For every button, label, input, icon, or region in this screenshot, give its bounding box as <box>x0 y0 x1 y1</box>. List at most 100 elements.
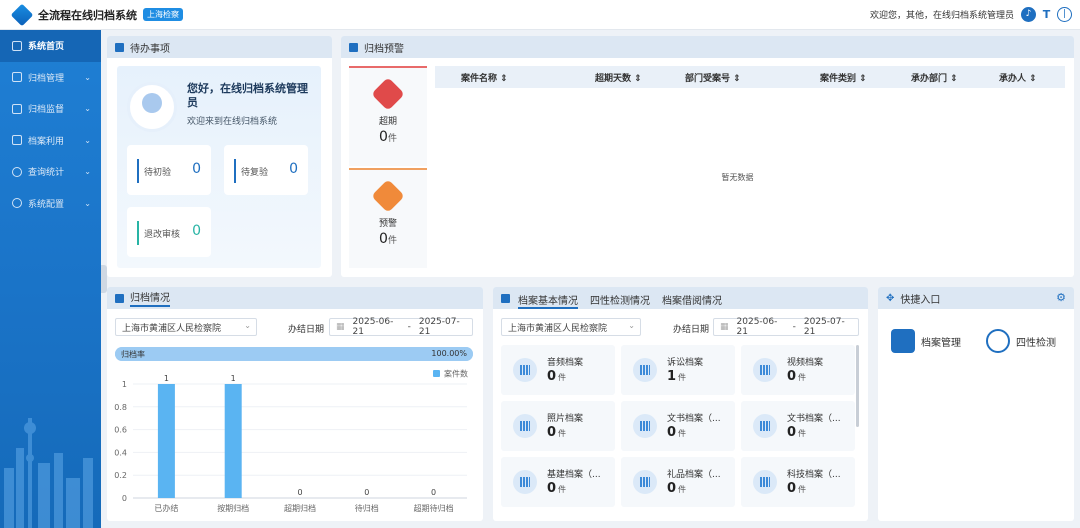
archive-type-tile[interactable]: 照片档案 0 件 <box>501 401 615 451</box>
column-header-case-type[interactable]: 案件类别 ⇕ <box>820 71 867 84</box>
power-icon[interactable]: | <box>1057 7 1072 22</box>
column-header-dept[interactable]: 承办部门 ⇕ <box>911 71 958 84</box>
quick-four-check[interactable]: 四性检测 <box>986 329 1056 353</box>
tab-archive-basics[interactable]: 档案基本情况 <box>518 292 578 309</box>
calendar-icon: ▦ <box>720 322 729 332</box>
home-icon <box>12 40 22 51</box>
y-tick-label: 0.8 <box>114 403 127 412</box>
archive-type-icon <box>753 414 777 438</box>
org-select-value: 上海市黄浦区人民检察院 <box>122 324 222 334</box>
warning-card[interactable]: 预警 0件 <box>349 168 427 268</box>
sidebar-item-archive-supervision[interactable]: 归档监督 ⌄ <box>0 93 101 125</box>
archive-type-icon <box>753 470 777 494</box>
archive-type-tile[interactable]: 诉讼档案 1 件 <box>621 345 735 395</box>
data-label: 0 <box>431 488 436 497</box>
column-header-dept-case-no[interactable]: 部门受案号 ⇕ <box>685 71 741 84</box>
archive-type-name: 诉讼档案 <box>667 358 704 368</box>
column-label: 承办人 <box>999 73 1027 84</box>
archive-rate-label: 归档率 <box>121 350 145 359</box>
tab-borrowing[interactable]: 档案借阅情况 <box>662 292 722 307</box>
quick-archive-management[interactable]: 档案管理 <box>891 329 961 353</box>
column-label: 超期天数 <box>595 73 632 84</box>
column-header-case-name[interactable]: 案件名称 ⇕ <box>461 71 508 84</box>
archive-type-tile[interactable]: 视频档案 0 件 <box>741 345 855 395</box>
archive-warning-panel: 归档预警 超期 0件 预警 0件 案件名称 ⇕ 超期天数 ⇕ 部门受案号 ⇕ 案… <box>341 36 1074 277</box>
archive-type-tile[interactable]: 音频档案 0 件 <box>501 345 615 395</box>
sidebar: 系统首页 归档管理 ⌄ 归档监督 ⌄ 档案利用 ⌄ 查询统计 ⌄ 系统配置 ⌄ <box>0 30 101 528</box>
archive-type-name: 文书档案（... <box>667 414 721 424</box>
chevron-down-icon: ⌄ <box>84 198 91 208</box>
panel-title: 归档情况 <box>130 289 170 307</box>
archive-type-count: 0 <box>547 481 557 496</box>
archive-type-count-row: 0件 <box>667 481 686 496</box>
panel-header: 归档情况 <box>107 287 483 309</box>
archive-type-count-row: 0件 <box>547 425 566 440</box>
y-tick-label: 0.6 <box>114 426 127 435</box>
panel-title: 归档预警 <box>364 43 404 55</box>
bell-icon[interactable]: ♪ <box>1021 7 1036 22</box>
font-size-icon[interactable]: T <box>1039 7 1054 22</box>
date-from: 2025-06-21 <box>352 317 394 337</box>
todo-count: 0 <box>192 161 201 177</box>
archive-type-unit: 件 <box>558 429 567 438</box>
org-select[interactable]: 上海市黄浦区人民检察院 ⌄ <box>501 318 641 336</box>
sidebar-item-archive-management[interactable]: 归档管理 ⌄ <box>0 62 101 94</box>
archive-type-icon <box>633 358 657 382</box>
y-tick-label: 0 <box>122 494 127 503</box>
column-label: 部门受案号 <box>685 73 731 84</box>
greeting-subtitle: 欢迎来到在线归档系统 <box>187 117 278 127</box>
gear-icon[interactable]: ⚙ <box>1056 291 1066 304</box>
archive-type-unit: 件 <box>558 373 567 382</box>
sidebar-item-system-config[interactable]: 系统配置 ⌄ <box>0 188 101 220</box>
archive-type-icon <box>513 414 537 438</box>
archive-type-count: 0 <box>787 481 797 496</box>
archive-type-tile[interactable]: 文书档案（... 0 件 <box>741 401 855 451</box>
archive-type-count-row: 0件 <box>787 425 806 440</box>
todo-item-return-review[interactable]: 退改审核 0 <box>127 207 211 257</box>
quick-entry-panel: ✥ 快捷入口 ⚙ 档案管理 四性检测 <box>878 287 1074 521</box>
alert-summary: 超期 0件 预警 0件 <box>349 66 427 274</box>
document-icon <box>12 135 22 146</box>
sidebar-item-archive-usage[interactable]: 档案利用 ⌄ <box>0 125 101 157</box>
overdue-card[interactable]: 超期 0件 <box>349 66 427 166</box>
scrollbar[interactable] <box>856 345 859 427</box>
date-range-picker[interactable]: ▦ 2025-06-21 - 2025-07-21 <box>329 317 473 337</box>
archive-type-icon <box>513 470 537 494</box>
sidebar-item-home[interactable]: 系统首页 <box>0 30 101 62</box>
data-label: 0 <box>297 488 302 497</box>
todo-panel: 待办事项 您好，在线归档系统管理员 欢迎来到在线归档系统 待初验 0 待复验 0… <box>107 36 332 277</box>
archive-type-tile[interactable]: 文书档案（... 0 件 <box>621 401 735 451</box>
tab-four-property-check[interactable]: 四性检测情况 <box>590 292 650 307</box>
warning-alarm-icon <box>371 179 405 213</box>
panel-title: 快捷入口 <box>900 294 941 306</box>
date-range-picker[interactable]: ▦ 2025-06-21 - 2025-07-21 <box>713 317 859 337</box>
welcome-text: 欢迎您，其他，在线归档系统管理员 <box>869 11 1014 21</box>
org-select[interactable]: 上海市黄浦区人民检察院 ⌄ <box>115 318 257 336</box>
data-label: 1 <box>164 374 169 383</box>
archive-type-count-row: 0件 <box>547 481 566 496</box>
top-bar: 全流程在线归档系统 上海检察 欢迎您，其他，在线归档系统管理员 ♪ T | <box>0 0 1080 30</box>
sidebar-item-query-stats[interactable]: 查询统计 ⌄ <box>0 156 101 188</box>
archive-type-count: 1 <box>667 369 677 384</box>
app-logo <box>10 3 34 26</box>
archive-type-count: 0 <box>667 481 677 496</box>
x-tick-label: 已办结 <box>154 503 178 513</box>
column-header-handler[interactable]: 承办人 ⇕ <box>999 71 1037 84</box>
date-separator: - <box>407 322 411 332</box>
todo-item-initial-check[interactable]: 待初验 0 <box>127 145 211 195</box>
y-tick-label: 0.2 <box>114 471 127 480</box>
alert-unit: 件 <box>387 236 397 246</box>
archive-type-name: 礼品档案（... <box>667 470 721 480</box>
column-label: 案件名称 <box>461 73 498 84</box>
archive-type-tile[interactable]: 礼品档案（... 0 件 <box>621 457 735 507</box>
archive-status-panel: 归档情况 上海市黄浦区人民检察院 ⌄ 办结日期 ▦ 2025-06-21 - 20… <box>107 287 483 521</box>
archive-type-tile[interactable]: 基建档案（... 0 件 <box>501 457 615 507</box>
todo-label: 待复验 <box>241 168 269 178</box>
org-select-value: 上海市黄浦区人民检察院 <box>508 324 608 334</box>
column-header-overdue-days[interactable]: 超期天数 ⇕ <box>595 71 642 84</box>
todo-item-recheck[interactable]: 待复验 0 <box>224 145 308 195</box>
archive-type-tile[interactable]: 科技档案（... 0 件 <box>741 457 855 507</box>
archive-type-icon <box>753 358 777 382</box>
archive-type-unit: 件 <box>678 429 687 438</box>
sidebar-item-label: 系统首页 <box>28 42 65 53</box>
